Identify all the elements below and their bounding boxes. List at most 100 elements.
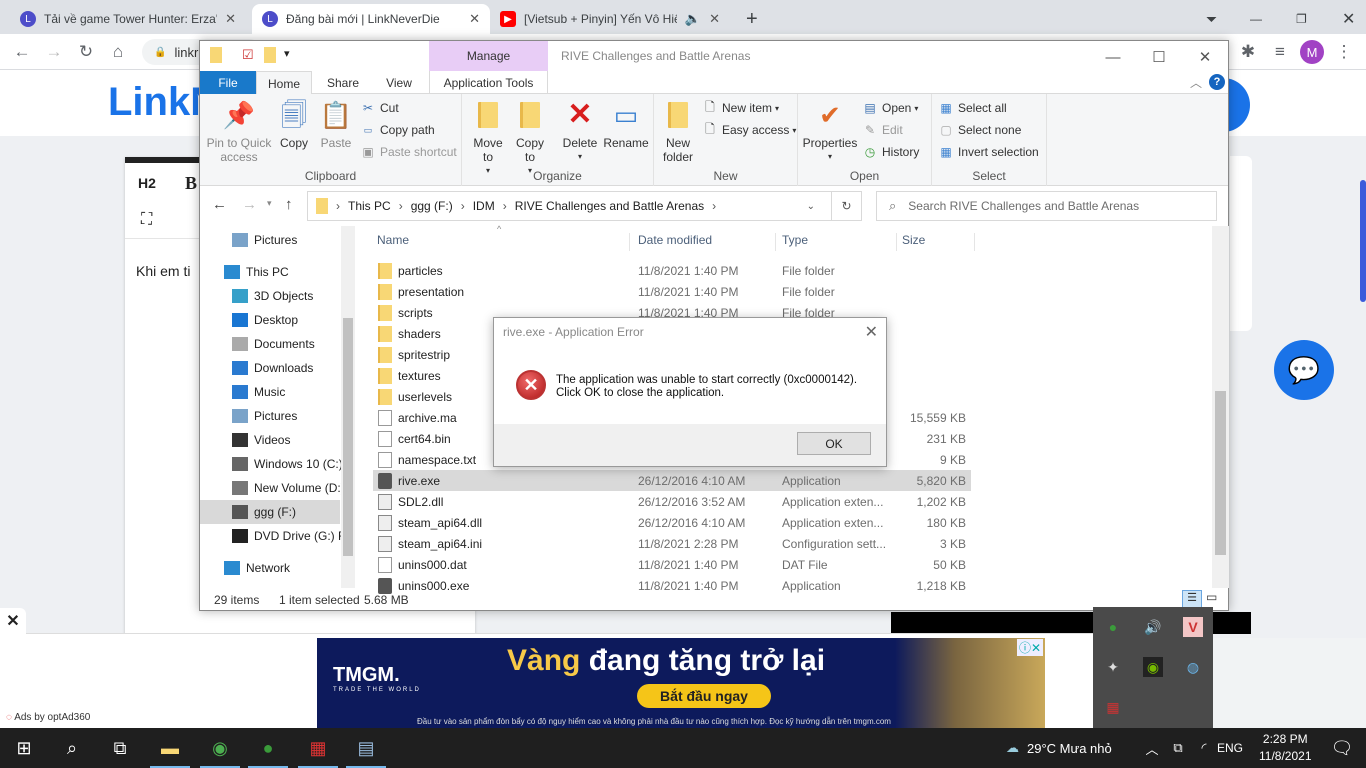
column-date[interactable]: Date modified [638,233,776,251]
open-button[interactable]: ▤ Open ▾ [862,98,918,118]
refresh-icon[interactable]: ↻ [832,191,862,221]
file-row[interactable]: SDL2.dll 26/12/2016 3:52 AM Application ex… [373,491,971,512]
nvidia-tray-icon[interactable]: ◉ [1143,657,1163,677]
breadcrumb-ggg[interactable]: ggg (F:) [411,199,453,213]
ad-cta-button[interactable]: Bắt đầu ngay [637,684,771,708]
column-type[interactable]: Type [782,233,897,251]
address-dropdown-icon[interactable]: ⌄ [807,201,815,212]
column-size[interactable]: Size [902,233,975,251]
nav-pane-scrollbar[interactable] [341,226,355,588]
search-box[interactable]: ⌕ Search RIVE Challenges and Battle Aren… [876,191,1217,221]
column-name[interactable]: Name [377,233,630,251]
invert-selection-button[interactable]: ▦ Invert selection [938,142,1038,162]
idm-icon[interactable]: ● [244,728,292,768]
tab-file[interactable]: File [200,71,256,94]
manage-context-tab[interactable]: Manage [429,41,548,71]
fullscreen-icon[interactable]: ⛶ [141,211,152,229]
up-icon[interactable]: ↑ [285,196,293,213]
steam-tray-icon[interactable]: ◍ [1183,657,1203,677]
copy-path-button[interactable]: ▭ Copy path [360,120,435,140]
paste-shortcut-button[interactable]: ▣ Paste shortcut [360,142,456,162]
restore-browser-icon[interactable]: ❐ [1286,4,1310,34]
breadcrumb-this-pc[interactable]: This PC [348,199,391,213]
details-view-icon[interactable]: ☰ [1182,590,1202,608]
menu-icon[interactable]: ⋮ [1332,40,1356,64]
file-row[interactable]: rive.exe 26/12/2016 4:10 AM Application 5,8… [373,470,971,491]
close-tab-icon[interactable]: ✕ [225,11,236,27]
v-app-tray-icon[interactable]: V [1183,617,1203,637]
nav-item-music[interactable]: Music [232,380,355,404]
recent-locations-icon[interactable]: ▾ [267,198,272,209]
ad-info-close-icon[interactable]: ⓘ✕ [1016,639,1043,656]
window-app-icon[interactable]: ▤ [342,728,390,768]
forward-icon[interactable]: → [42,40,66,64]
new-tab-button[interactable]: + [736,4,766,34]
volume-tray-icon[interactable]: 🔊 [1143,617,1163,637]
nav-item-desktop[interactable]: Desktop [232,308,355,332]
home-icon[interactable]: ⌂ [106,40,130,64]
page-scrollbar[interactable] [1360,180,1366,302]
h2-button[interactable]: H2 [138,175,156,191]
nav-item-ggg-f[interactable]: ggg (F:) [200,500,340,524]
tab-search-icon[interactable]: ⏷ [1196,4,1220,34]
profile-avatar[interactable]: M [1300,40,1324,64]
help-icon[interactable]: ? [1209,74,1225,90]
cut-button[interactable]: ✂ Cut [360,98,399,118]
breadcrumb-rive[interactable]: RIVE Challenges and Battle Arenas [515,199,704,213]
wifi-icon[interactable]: ◜ [1192,728,1216,768]
address-bar[interactable]: › This PC › ggg (F:) › IDM › RIVE Challenge… [307,191,832,221]
customize-qat-icon[interactable]: ▾ [284,47,290,60]
new-folder-icon[interactable] [264,47,276,63]
paste-button[interactable]: 📋 Paste [318,98,354,150]
task-view-icon[interactable]: ⧉ [96,728,144,768]
tab-view[interactable]: View [374,71,424,94]
properties-button[interactable]: ✔ Properties ▾ [802,98,858,164]
dialog-close-icon[interactable]: ✕ [865,322,878,342]
ad-close-icon[interactable]: ✕ [0,608,26,634]
red-app-tray-icon[interactable]: ▦ [1103,697,1123,717]
tab-share[interactable]: Share [318,71,368,94]
file-row[interactable]: steam_api64.ini 11/8/2021 2:28 PM Configur… [373,533,971,554]
bold-button[interactable]: B [185,173,197,194]
tab-dang-bai-moi[interactable]: L Đăng bài mới | LinkNeverDie ✕ [252,4,490,34]
select-none-button[interactable]: ▢ Select none [938,120,1021,140]
minimize-browser-icon[interactable]: — [1240,4,1264,34]
file-row[interactable]: steam_api64.dll 26/12/2016 4:10 AM Applica… [373,512,971,533]
audio-icon[interactable]: 🔈 [685,11,701,27]
nav-item-pictures[interactable]: Pictures [232,404,355,428]
new-item-button[interactable]: 🗋 New item ▾ [702,98,779,118]
start-icon[interactable]: ⊞ [0,728,48,768]
pin-quick-access-button[interactable]: 📌 Pin to Quick access [206,98,272,164]
tmgm-ad-banner[interactable]: TMGM. TRADE THE WORLD Vàng đang tăng trở … [317,638,1045,728]
ads-by-label[interactable]: ◌ Ads by optAd360 [6,712,90,723]
nav-item-this-pc[interactable]: This PC [224,260,355,284]
edit-button[interactable]: ✎ Edit [862,120,903,140]
tab-application-tools[interactable]: Application Tools [429,71,548,94]
nav-item-documents[interactable]: Documents [232,332,355,356]
folder-icon[interactable] [210,47,222,63]
clock[interactable]: 2:28 PM 11/8/2021 [1259,731,1312,765]
file-row[interactable]: unins000.dat 11/8/2021 1:40 PM DAT File 50 … [373,554,971,575]
collapse-ribbon-icon[interactable]: ︿ [1190,74,1202,91]
nav-item-3d-objects[interactable]: 3D Objects [232,284,355,308]
new-folder-button[interactable]: New folder [660,98,696,164]
weather-widget[interactable]: ☁ 29°C Mưa nhỏ [1006,728,1112,768]
nav-item-new-volume-d[interactable]: New Volume (D:) [232,476,355,500]
game-app-icon[interactable]: ▦ [294,728,342,768]
select-all-button[interactable]: ▦ Select all [938,98,1006,118]
extensions-icon[interactable]: ✱ [1236,40,1260,64]
idm-tray-icon[interactable]: ● [1103,617,1123,637]
network-app-tray-icon[interactable]: ⧉ [1166,728,1190,768]
file-row[interactable]: presentation 11/8/2021 1:40 PM File folder [373,281,971,302]
move-to-button[interactable]: Move to ▾ [470,98,506,178]
nav-item-network[interactable]: Network [224,556,355,580]
chrome-icon[interactable]: ◉ [196,728,244,768]
search-icon[interactable]: ⌕ [48,728,96,768]
file-list-scrollbar[interactable] [1212,226,1229,588]
back-icon[interactable]: ← [212,196,227,213]
back-icon[interactable]: ← [10,40,34,64]
satellite-tray-icon[interactable]: ✦ [1103,657,1123,677]
nav-item-videos[interactable]: Videos [232,428,355,452]
copy-button[interactable]: 🗐 Copy [276,98,312,150]
copy-to-button[interactable]: Copy to ▾ [512,98,548,178]
